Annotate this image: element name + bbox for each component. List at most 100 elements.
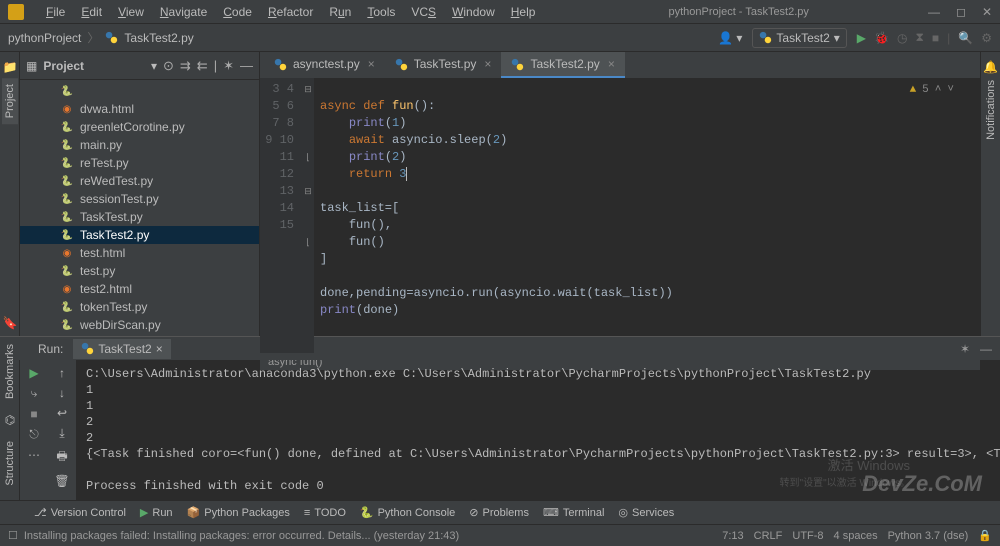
stop-icon[interactable]: ■ — [932, 31, 939, 45]
tree-item[interactable]: dvwa.html — [20, 100, 259, 118]
tree-item[interactable]: reTest.py — [20, 154, 259, 172]
print-icon[interactable]: 🖶 — [56, 447, 67, 468]
crumb-file[interactable]: TaskTest2.py — [124, 31, 193, 45]
exit-icon[interactable]: ⎋ — [29, 427, 39, 442]
line-separator[interactable]: CRLF — [754, 530, 783, 542]
scrolltoend-icon[interactable]: ⤓ — [59, 426, 64, 441]
editor-tab[interactable]: TaskTest2.py× — [501, 52, 624, 78]
chevron-up-icon[interactable]: ˄ — [935, 82, 942, 99]
hide-icon[interactable]: — — [240, 58, 253, 73]
menu-edit[interactable]: Edit — [75, 3, 108, 21]
tree-item[interactable]: reWedTest.py — [20, 172, 259, 190]
tree-item[interactable]: test.html — [20, 244, 259, 262]
expand-all-icon[interactable]: ⇉ — [180, 58, 191, 74]
tree-item[interactable]: webDirScan.py — [20, 316, 259, 334]
crumb-project[interactable]: pythonProject — [8, 31, 81, 45]
menu-file[interactable]: File — [40, 3, 71, 21]
fold-icon[interactable]: ⊟ — [302, 183, 314, 200]
down-icon[interactable]: ↓ — [59, 386, 65, 400]
stop-icon[interactable]: ■ — [30, 407, 37, 421]
rerun-icon[interactable]: ▶ — [29, 366, 38, 380]
tab-problems[interactable]: ⊘Problems — [469, 506, 529, 519]
menu-navigate[interactable]: Navigate — [154, 3, 213, 21]
menu-help[interactable]: Help — [505, 3, 542, 21]
editor-tab[interactable]: asynctest.py× — [264, 52, 385, 78]
menu-vcs[interactable]: VCS — [405, 3, 442, 21]
project-tab-icon[interactable]: 📁 — [3, 60, 17, 74]
collapse-all-icon[interactable]: ⇇ — [197, 58, 208, 74]
tab-run[interactable]: ▶Run — [140, 506, 173, 519]
notifications-tab[interactable]: Notifications — [983, 74, 999, 146]
editor-tab[interactable]: TaskTest.py× — [385, 52, 502, 78]
fold-end-icon[interactable]: ⌊ — [302, 234, 314, 251]
maximize-icon[interactable]: ◻ — [956, 5, 966, 19]
tree-item[interactable]: TaskTest2.py — [20, 226, 259, 244]
status-message[interactable]: Installing packages failed: Installing p… — [24, 530, 459, 542]
close-icon[interactable]: ✕ — [982, 5, 992, 19]
menu-code[interactable]: Code — [217, 3, 258, 21]
tree-item[interactable]: sessionTest.py — [20, 190, 259, 208]
run-config-selector[interactable]: TaskTest2 ▾ — [752, 28, 846, 48]
menu-window[interactable]: Window — [446, 3, 501, 21]
close-tab-icon[interactable]: × — [608, 57, 615, 71]
tree-item[interactable]: main.py — [20, 136, 259, 154]
tree-item[interactable]: test2.html — [20, 280, 259, 298]
tree-item[interactable]: tokenTest.py — [20, 298, 259, 316]
structure-tab-icon[interactable]: ⌬ — [5, 413, 15, 427]
tree-item[interactable]: greenletCorotine.py — [20, 118, 259, 136]
up-icon[interactable]: ↑ — [59, 366, 65, 380]
dropdown-icon[interactable]: ▾ — [151, 59, 157, 73]
console-output[interactable]: C:\Users\Administrator\anaconda3\python.… — [76, 360, 1000, 500]
clear-icon[interactable]: 🗑 — [54, 474, 69, 488]
select-open-file-icon[interactable]: ⊙ — [163, 58, 174, 74]
interpreter[interactable]: Python 3.7 (dse) — [888, 530, 969, 542]
tab-terminal[interactable]: ⌨Terminal — [543, 506, 604, 519]
fold-end-icon[interactable]: ⌊ — [302, 149, 314, 166]
tree-item[interactable]: TaskTest.py — [20, 208, 259, 226]
menu-tools[interactable]: Tools — [361, 3, 401, 21]
chevron-down-icon[interactable]: ˅ — [947, 82, 954, 99]
close-tab-icon[interactable]: × — [484, 57, 491, 71]
menu-refactor[interactable]: Refactor — [262, 3, 319, 21]
tab-services[interactable]: ◎Services — [618, 506, 674, 519]
user-icon[interactable]: 👤 ▾ — [718, 31, 742, 45]
softwrap-icon[interactable]: ↩ — [57, 406, 67, 420]
run-tab[interactable]: TaskTest2 × — [73, 339, 170, 359]
more-icon[interactable]: ⋯ — [28, 448, 40, 462]
cursor-position[interactable]: 7:13 — [722, 530, 743, 542]
debug-icon[interactable]: 🐞 — [874, 31, 889, 45]
left-side-tabs: 🔖 Bookmarks ⌬ Structure — [0, 316, 20, 492]
run-icon[interactable]: ▶ — [857, 31, 866, 45]
tab-todo[interactable]: ≡TODO — [304, 507, 346, 519]
project-tab[interactable]: Project — [2, 78, 18, 124]
bookmarks-tab-icon[interactable]: 🔖 — [3, 316, 18, 330]
structure-tab[interactable]: Structure — [2, 435, 18, 492]
file-encoding[interactable]: UTF-8 — [792, 530, 823, 542]
indent[interactable]: 4 spaces — [834, 530, 878, 542]
settings-icon[interactable]: ✶ — [223, 58, 234, 74]
coverage-icon[interactable]: ◷ — [897, 31, 907, 45]
notifications-tab-icon[interactable]: 🔔 — [983, 60, 998, 74]
code-editor[interactable]: async def fun(): print(1) await asyncio.… — [314, 78, 980, 353]
tree-item[interactable]: xpathTest.py — [20, 334, 259, 336]
menu-run[interactable]: Run — [323, 3, 357, 21]
close-tab-icon[interactable]: × — [156, 342, 163, 356]
bookmarks-tab[interactable]: Bookmarks — [2, 338, 18, 405]
tab-python-packages[interactable]: 📦Python Packages — [187, 506, 290, 519]
settings-gear-icon[interactable]: ⚙ — [981, 31, 992, 45]
hide-icon[interactable]: — — [980, 342, 992, 356]
profile-icon[interactable]: ⧗ — [915, 30, 923, 45]
close-tab-icon[interactable]: × — [368, 57, 375, 71]
editor-inspection-widget[interactable]: ▲ 5 ˄ ˅ — [910, 82, 954, 99]
fold-icon[interactable]: ⊟ — [302, 81, 314, 98]
menu-view[interactable]: View — [112, 3, 150, 21]
lock-icon[interactable]: 🔒 — [978, 529, 992, 542]
tree-item[interactable] — [20, 82, 259, 100]
file-tree[interactable]: dvwa.htmlgreenletCorotine.pymain.pyreTes… — [20, 80, 259, 336]
tab-python-console[interactable]: 🐍Python Console — [360, 506, 455, 519]
search-icon[interactable]: 🔍 — [958, 31, 973, 45]
tree-item[interactable]: test.py — [20, 262, 259, 280]
tab-version-control[interactable]: ⎇Version Control — [34, 506, 126, 519]
minimize-icon[interactable]: — — [928, 5, 940, 19]
stepinto-icon[interactable]: ⤷ — [31, 386, 38, 401]
